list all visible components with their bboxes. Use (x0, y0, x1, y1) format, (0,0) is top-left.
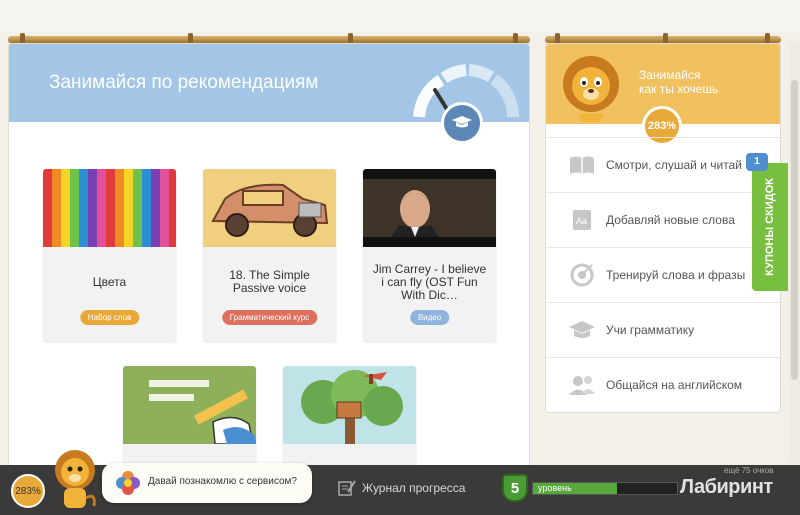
recommendation-card-passive-voice[interactable]: 18. The Simple Passive voice Грамматичес… (203, 169, 336, 341)
recommendation-card-colors[interactable]: Цвета Набор слов (43, 169, 176, 341)
bubble-text: Давай познакомлю с сервисом? (148, 476, 297, 487)
colors-thumbnail (43, 169, 176, 247)
car-thumbnail (203, 169, 336, 247)
menu-item-train-words[interactable]: Тренируй слова и фразы (546, 247, 780, 302)
card-title: 18. The Simple Passive voice (229, 268, 310, 295)
menu-item-add-words[interactable]: Aa Добавляй новые слова (546, 192, 780, 247)
level-badge: 5 (502, 474, 528, 502)
video-thumbnail (363, 169, 496, 247)
menu-item-label: Добавляй новые слова (606, 213, 735, 227)
recommendations-panel: Занимайся по рекомендациям Цвета Набор с… (8, 43, 530, 483)
progress-journal-link[interactable]: Журнал прогресса (338, 480, 465, 496)
coupon-count-badge: 1 (746, 153, 768, 171)
card-title: Цвета (92, 274, 127, 289)
recommendation-card-video[interactable]: Jim Carrey - I believe i can fly (OST Fu… (363, 169, 496, 341)
treehouse-thumbnail (283, 366, 416, 444)
graduation-cap-icon (441, 102, 483, 144)
labirint-watermark: Лабиринт (680, 476, 773, 498)
discount-coupons-tab[interactable]: КУПОНЫ СКИДОК (752, 163, 788, 291)
menu-item-grammar[interactable]: Учи грамматику (546, 302, 780, 357)
card-badge: Набор слов (79, 310, 140, 325)
menu-item-label: Тренируй слова и фразы (606, 268, 746, 282)
lion-mascot-icon (563, 56, 619, 122)
target-icon (568, 263, 596, 287)
menu-item-communicate[interactable]: Общайся на английском (546, 357, 780, 412)
bottom-progress-percent[interactable]: 283% (11, 474, 45, 508)
card-badge: Видео (409, 310, 450, 325)
lion-mascot-icon[interactable] (50, 448, 100, 512)
points-remaining: ещё 75 очков (724, 466, 774, 475)
level-label: уровень (538, 483, 572, 493)
journal-icon (338, 480, 356, 496)
self-study-panel: Занимайся как ты хочешь 283% Смотри, слу… (545, 43, 781, 413)
menu-item-label: Учи грамматику (606, 323, 695, 337)
recommendations-title: Занимайся по рекомендациям (49, 72, 319, 93)
card-title: Jim Carrey - I believe i can fly (OST Fu… (372, 261, 487, 302)
self-study-slogan: Занимайся как ты хочешь (639, 68, 719, 96)
coupon-label: КУПОНЫ СКИДОК (764, 178, 777, 276)
top-strip (0, 0, 800, 32)
menu-item-label: Общайся на английском (606, 378, 743, 392)
book-icon (568, 154, 596, 176)
bamboo-rod-right (545, 33, 781, 46)
menu-item-label: Смотри, слушай и читай (606, 158, 742, 172)
people-icon (568, 374, 596, 396)
bamboo-rod-left (8, 33, 530, 46)
dictionary-icon: Aa (568, 209, 596, 231)
graduation-cap-icon (568, 319, 596, 341)
writing-thumbnail (123, 366, 256, 445)
card-badge: Грамматический курс (221, 310, 318, 325)
flower-icon (116, 471, 140, 495)
menu-item-watch-listen-read[interactable]: Смотри, слушай и читай (546, 137, 780, 192)
scrollbar-thumb[interactable] (791, 80, 798, 380)
intro-speech-bubble[interactable]: Давай познакомлю с сервисом? (102, 463, 312, 503)
journal-label: Журнал прогресса (362, 481, 466, 495)
svg-text:Aa: Aa (576, 216, 587, 226)
